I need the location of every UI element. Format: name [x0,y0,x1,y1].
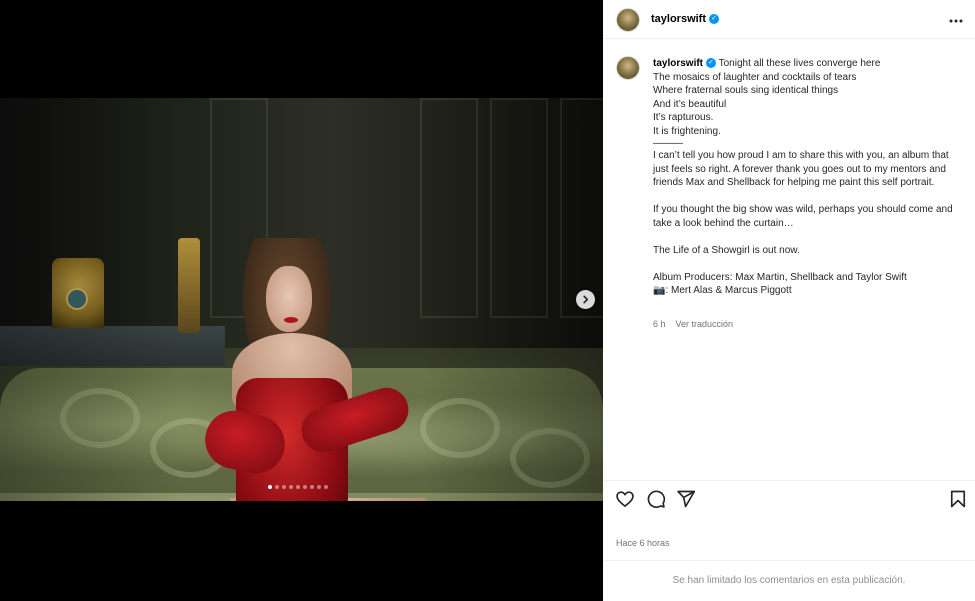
carousel-dots [268,485,328,489]
see-translation-link[interactable]: Ver traducción [676,319,734,329]
more-options-button[interactable] [949,10,963,26]
action-bar [603,480,975,520]
post-photo[interactable] [0,98,603,501]
carousel-dot [296,485,300,489]
caption-line: ——— [653,138,683,149]
like-button[interactable] [615,489,635,509]
caption-avatar[interactable] [616,56,640,80]
caption-timestamp[interactable]: 6 h [653,319,666,329]
comments-limited-notice: Se han limitado los comentarios en esta … [603,560,975,601]
caption-line: 📷: Mert Alas & Marcus Piggott [653,285,792,296]
caption-gap [653,257,963,271]
carousel-dot [324,485,328,489]
caption-line: The Life of a Showgirl is out now. [653,244,800,256]
post-caption: taylorswift ✓ Tonight all these lives con… [653,57,963,298]
caption-gap [653,230,963,244]
verified-badge-icon: ✓ [706,58,717,69]
post-author[interactable]: taylorswift ✓ [651,13,720,25]
bookmark-icon [950,490,966,508]
caption-gap [653,190,963,204]
caption-line: I can’t tell you how proud I am to share… [653,150,949,188]
more-horizontal-icon [949,19,963,23]
post-header: taylorswift ✓ [603,0,975,39]
caption-username-text[interactable]: taylorswift [653,58,703,69]
post-time-ago[interactable]: Hace 6 horas [616,538,670,548]
caption-meta: 6 h Ver traducción [653,319,743,329]
carousel-dot [310,485,314,489]
share-button[interactable] [676,489,696,509]
carousel-dot [268,485,272,489]
carousel-dot [275,485,279,489]
post-sidebar: taylorswift ✓ taylorswift ✓ Tonight all th… [603,0,975,601]
caption-line: taylorswift ✓ Tonight all these lives con… [653,57,963,71]
caption-line: Album Producers: Max Martin, Shellback a… [653,271,907,283]
heart-icon [616,491,634,507]
caption-line: It’s rapturous. [653,112,714,123]
caption-username[interactable]: taylorswift ✓ [653,58,717,69]
caption-line-text: Tonight all these lives converge here [718,58,881,69]
photo-vignette [0,98,603,501]
caption-line: And it’s beautiful [653,98,727,110]
carousel-dot [303,485,307,489]
comment-icon [647,490,666,509]
carousel-dot [282,485,286,489]
verified-badge-icon: ✓ [709,14,720,25]
caption-line: It is frightening. [653,125,721,137]
caption-line: The mosaics of laughter and cocktails of… [653,71,857,83]
chevron-right-icon [583,295,589,304]
post-media [0,0,603,601]
carousel-next-button[interactable] [576,290,595,309]
save-button[interactable] [948,489,968,509]
avatar[interactable] [616,8,640,32]
send-icon [677,490,696,508]
caption-line: If you thought the big show was wild, pe… [653,204,953,229]
carousel-dot [289,485,293,489]
caption-line: Where fraternal souls sing identical thi… [653,85,839,96]
carousel-dot [317,485,321,489]
caption-area: taylorswift ✓ Tonight all these lives con… [603,40,975,480]
comment-button[interactable] [646,489,666,509]
username-text[interactable]: taylorswift [651,13,706,25]
